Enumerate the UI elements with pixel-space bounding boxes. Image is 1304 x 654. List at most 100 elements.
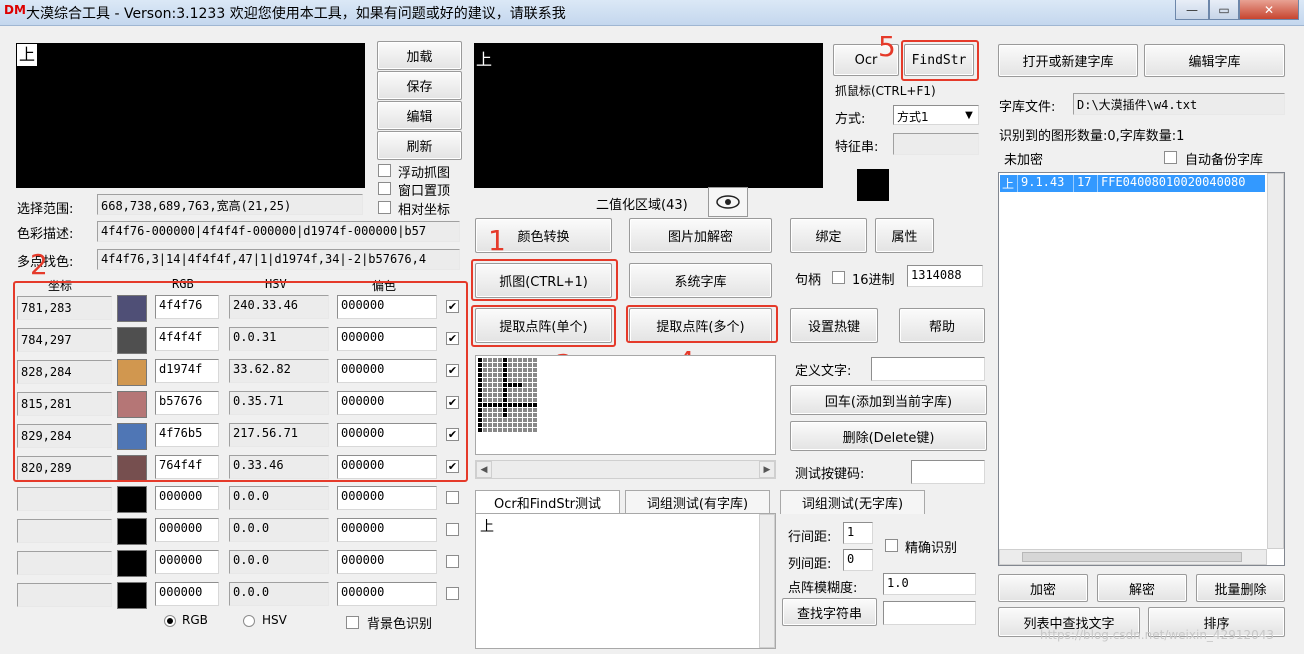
fuzzy-field[interactable]: 1.0 <box>883 573 976 595</box>
color-swatch <box>117 550 147 577</box>
batch-delete-button[interactable]: 批量删除 <box>1196 574 1285 602</box>
list-item[interactable]: 上 9.1.43 17 FFE04008010020040080 <box>1000 175 1265 192</box>
bg-color-checkbox[interactable] <box>346 616 359 629</box>
rgb-field[interactable]: 000000 <box>155 518 219 542</box>
rgb-field[interactable]: 000000 <box>155 486 219 510</box>
feature-field[interactable] <box>893 133 979 155</box>
annotation-box-1 <box>471 259 618 301</box>
scroll-right-icon[interactable]: ▶ <box>759 461 775 478</box>
dot-cell <box>493 393 497 397</box>
line-gap-field[interactable]: 1 <box>843 522 873 544</box>
hsv-field[interactable]: 0.0.0 <box>229 518 329 542</box>
hotkey-button[interactable]: 设置热键 <box>790 308 878 343</box>
text-scrollbar[interactable] <box>759 514 775 648</box>
offset-field[interactable]: 000000 <box>337 582 437 606</box>
hsv-field[interactable]: 0.0.0 <box>229 550 329 574</box>
dot-cell <box>508 378 512 382</box>
dot-cell <box>518 428 522 432</box>
save-button[interactable]: 保存 <box>377 71 462 100</box>
refresh-button[interactable]: 刷新 <box>377 131 462 160</box>
dot-matrix-scrollbar[interactable] <box>475 460 776 479</box>
scroll-thumb[interactable] <box>1022 552 1242 562</box>
auto-backup-checkbox[interactable] <box>1164 151 1177 164</box>
dot-cell <box>533 363 537 367</box>
library-file-field[interactable]: D:\大漠插件\w4.txt <box>1073 93 1285 115</box>
coord-field[interactable] <box>17 583 112 607</box>
rgb-field[interactable]: 000000 <box>155 550 219 574</box>
coord-field[interactable] <box>17 551 112 575</box>
rgb-field[interactable]: 000000 <box>155 582 219 606</box>
minimize-button[interactable]: — <box>1175 0 1209 20</box>
edit-button[interactable]: 编辑 <box>377 101 462 130</box>
open-library-button[interactable]: 打开或新建字库 <box>998 44 1138 77</box>
offset-field[interactable]: 000000 <box>337 486 437 510</box>
binary-preview[interactable] <box>474 43 823 188</box>
test-key-field[interactable] <box>911 460 985 484</box>
dot-cell <box>528 413 532 417</box>
dot-cell <box>518 373 522 377</box>
system-font-button[interactable]: 系统字库 <box>629 263 772 298</box>
capture-preview[interactable] <box>16 43 365 188</box>
load-button[interactable]: 加载 <box>377 41 462 70</box>
enter-add-button[interactable]: 回车(添加到当前字库) <box>790 385 987 415</box>
find-string-button[interactable]: 查找字符串 <box>782 598 877 626</box>
bind-button[interactable]: 绑定 <box>790 218 867 253</box>
coord-field[interactable] <box>17 519 112 543</box>
dot-cell <box>483 408 487 412</box>
hsv-radio[interactable] <box>243 615 255 627</box>
handle-field[interactable]: 1314088 <box>907 265 983 287</box>
dot-cell <box>483 393 487 397</box>
rgb-radio[interactable] <box>164 615 176 627</box>
row-checkbox[interactable] <box>446 587 459 600</box>
topmost-checkbox[interactable] <box>378 182 391 195</box>
row-checkbox[interactable] <box>446 491 459 504</box>
hsv-field[interactable]: 0.0.0 <box>229 582 329 606</box>
eye-icon[interactable] <box>708 187 748 217</box>
help-button[interactable]: 帮助 <box>899 308 985 343</box>
dot-cell <box>533 423 537 427</box>
relative-coord-checkbox[interactable] <box>378 201 391 214</box>
encrypt-button[interactable]: 加密 <box>998 574 1088 602</box>
library-list[interactable] <box>998 172 1285 566</box>
tab-phrase-with-lib[interactable]: 词组测试(有字库) <box>625 490 770 514</box>
delete-button[interactable]: 删除(Delete键) <box>790 421 987 451</box>
annotation-number-2: 2 <box>30 248 48 281</box>
precise-checkbox[interactable] <box>885 539 898 552</box>
tab-phrase-no-lib[interactable]: 词组测试(无字库) <box>780 490 925 514</box>
precise-label: 精确识别 <box>905 541 958 556</box>
attr-button[interactable]: 属性 <box>875 218 934 253</box>
maximize-button[interactable]: ▭ <box>1209 0 1239 20</box>
row-checkbox[interactable] <box>446 555 459 568</box>
dot-cell <box>488 408 492 412</box>
range-field[interactable]: 668,738,689,763,宽高(21,25) <box>97 194 363 215</box>
offset-field[interactable]: 000000 <box>337 550 437 574</box>
hex-checkbox[interactable] <box>832 271 845 284</box>
tab-ocr-findstr[interactable]: Ocr和FindStr测试 <box>475 490 620 514</box>
dot-cell <box>503 418 507 422</box>
scroll-left-icon[interactable]: ◀ <box>476 461 492 478</box>
dot-cell <box>518 403 522 407</box>
close-button[interactable]: ✕ <box>1239 0 1299 20</box>
find-string-field[interactable] <box>883 601 976 625</box>
offset-field[interactable]: 000000 <box>337 518 437 542</box>
window-title: 大漠综合工具 - Verson:3.1233 欢迎您使用本工具，如果有问题或好的… <box>26 6 566 22</box>
coord-field[interactable] <box>17 487 112 511</box>
multi-point-field[interactable]: 4f4f76,3|14|4f4f4f,47|1|d1974f,34|-2|b57… <box>97 249 460 270</box>
row-checkbox[interactable] <box>446 523 459 536</box>
dot-cell <box>513 418 517 422</box>
test-text-area[interactable]: 上 <box>475 513 776 649</box>
dot-cell <box>483 378 487 382</box>
define-text-field[interactable] <box>871 357 985 381</box>
library-vertical-scrollbar[interactable] <box>1267 173 1284 549</box>
dot-matrix-area[interactable] <box>475 355 776 455</box>
decrypt-button[interactable]: 解密 <box>1097 574 1187 602</box>
dot-cell <box>508 398 512 402</box>
chevron-down-icon[interactable]: ▼ <box>960 106 978 124</box>
float-capture-checkbox[interactable] <box>378 164 391 177</box>
dot-cell <box>523 398 527 402</box>
image-decrypt-button[interactable]: 图片加解密 <box>629 218 772 253</box>
edit-library-button[interactable]: 编辑字库 <box>1144 44 1285 77</box>
color-desc-field[interactable]: 4f4f76-000000|4f4f4f-000000|d1974f-00000… <box>97 221 460 242</box>
col-gap-field[interactable]: 0 <box>843 549 873 571</box>
hsv-field[interactable]: 0.0.0 <box>229 486 329 510</box>
